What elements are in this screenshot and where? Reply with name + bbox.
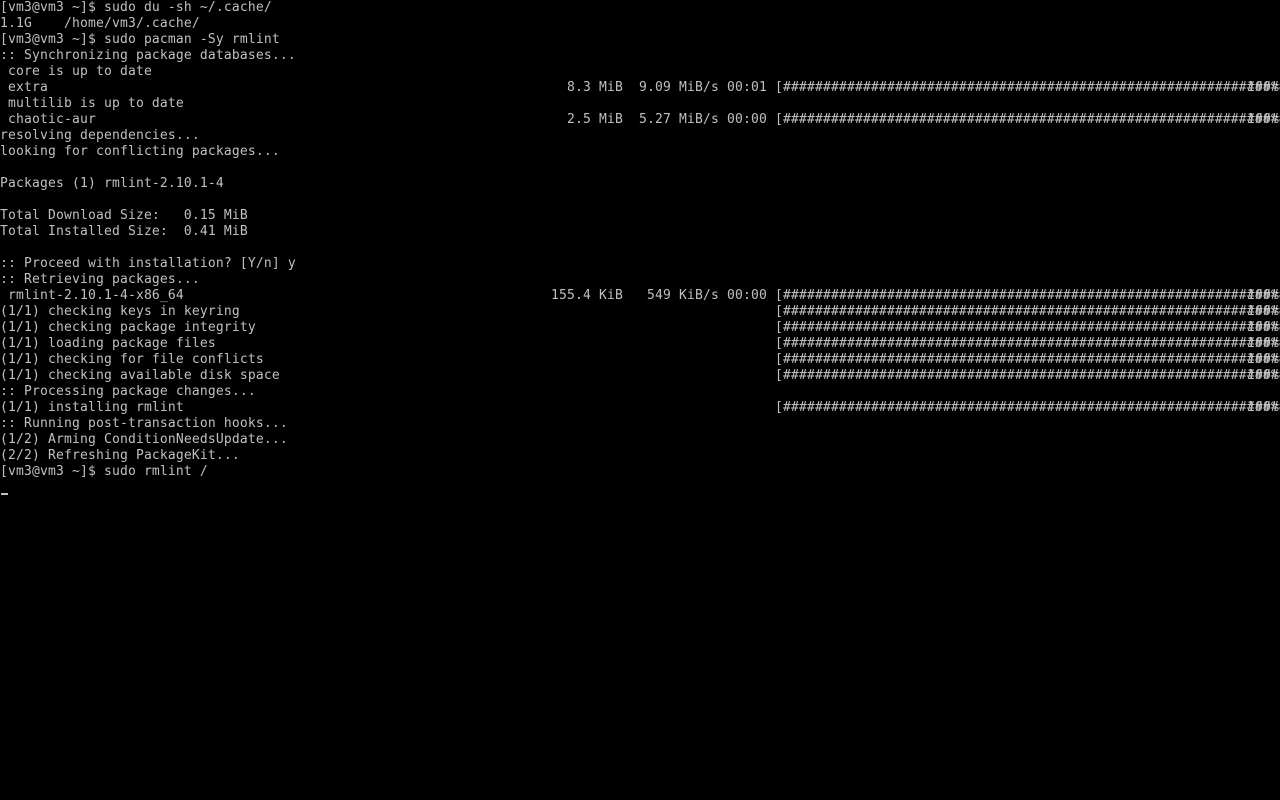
progress-bar: [#######################################… (775, 352, 1280, 367)
progress-bar: [#######################################… (775, 304, 1280, 319)
line-text: 1.1G /home/vm3/.cache/ (0, 16, 200, 31)
line-text: (1/1) checking for file conflicts (0, 352, 264, 367)
line-text: (1/1) checking package integrity (0, 320, 256, 335)
terminal-line: 1.1G /home/vm3/.cache/ (0, 16, 1280, 32)
progress-bar: [#######################################… (775, 400, 1280, 415)
terminal-line: rmlint-2.10.1-4-x86_64 155.4 KiB 549 KiB… (0, 288, 1280, 304)
terminal-line: [vm3@vm3 ~]$ sudo du -sh ~/.cache/ (0, 0, 1280, 16)
line-text: (1/1) installing rmlint (0, 400, 184, 415)
line-text: (1/1) checking available disk space (0, 368, 280, 383)
terminal-line: Packages (1) rmlint-2.10.1-4 (0, 176, 1280, 192)
terminal-line: (1/1) installing rmlint [###############… (0, 400, 1280, 416)
terminal-line: extra 8.3 MiB 9.09 MiB/s 00:01 [########… (0, 80, 1280, 96)
terminal-line: resolving dependencies... (0, 128, 1280, 144)
terminal-line: Total Installed Size: 0.41 MiB (0, 224, 1280, 240)
download-size: 155.4 KiB (551, 288, 623, 303)
elapsed-time: 00:00 (727, 288, 767, 303)
terminal-line: :: Synchronizing package databases... (0, 48, 1280, 64)
terminal-line: (2/2) Refreshing PackageKit... (0, 448, 1280, 464)
progress-percent: 100% (1247, 80, 1279, 95)
terminal-line: :: Running post-transaction hooks... (0, 416, 1280, 432)
terminal-line: looking for conflicting packages... (0, 144, 1280, 160)
terminal-line: (1/2) Arming ConditionNeedsUpdate... (0, 432, 1280, 448)
progress-percent: 100% (1247, 368, 1279, 383)
line-text: Packages (1) rmlint-2.10.1-4 (0, 176, 224, 191)
download-rate: 5.27 MiB/s (639, 112, 719, 127)
progress-bar: [#######################################… (775, 288, 1280, 303)
download-rate: 9.09 MiB/s (639, 80, 719, 95)
terminal-line: Total Download Size: 0.15 MiB (0, 208, 1280, 224)
progress-bar: [#######################################… (775, 80, 1280, 95)
progress-percent: 100% (1247, 112, 1279, 127)
terminal-line: (1/1) loading package files [###########… (0, 336, 1280, 352)
progress-percent: 100% (1247, 288, 1279, 303)
progress-bar: [#######################################… (775, 336, 1280, 351)
line-text: Total Download Size: 0.15 MiB (0, 208, 248, 223)
terminal-line: (1/1) checking available disk space [###… (0, 368, 1280, 384)
line-text: extra (0, 80, 48, 95)
line-text: :: Retrieving packages... (0, 272, 200, 287)
text-cursor (1, 493, 8, 495)
terminal-line: chaotic-aur 2.5 MiB 5.27 MiB/s 00:00 [##… (0, 112, 1280, 128)
line-text: (1/1) checking keys in keyring (0, 304, 240, 319)
elapsed-time: 00:01 (727, 80, 767, 95)
progress-bar: [#######################################… (775, 320, 1280, 335)
line-text: Total Installed Size: 0.41 MiB (0, 224, 248, 239)
elapsed-time: 00:00 (727, 112, 767, 127)
line-text: :: Proceed with installation? [Y/n] y (0, 256, 296, 271)
terminal-line: core is up to date (0, 64, 1280, 80)
download-size: 2.5 MiB (567, 112, 623, 127)
terminal-line: :: Processing package changes... (0, 384, 1280, 400)
progress-percent: 100% (1247, 320, 1279, 335)
line-text: chaotic-aur (0, 112, 96, 127)
terminal-line: [vm3@vm3 ~]$ sudo pacman -Sy rmlint (0, 32, 1280, 48)
terminal-line: (1/1) checking package integrity [######… (0, 320, 1280, 336)
line-text: multilib is up to date (0, 96, 184, 111)
line-text: (1/2) Arming ConditionNeedsUpdate... (0, 432, 288, 447)
progress-percent: 100% (1247, 336, 1279, 351)
line-text: core is up to date (0, 64, 152, 79)
terminal-line: multilib is up to date (0, 96, 1280, 112)
line-text: looking for conflicting packages... (0, 144, 280, 159)
line-text: [vm3@vm3 ~]$ sudo rmlint / (0, 464, 208, 479)
line-text: rmlint-2.10.1-4-x86_64 (0, 288, 184, 303)
line-text: :: Processing package changes... (0, 384, 256, 399)
line-text: (1/1) loading package files (0, 336, 216, 351)
line-text: :: Synchronizing package databases... (0, 48, 296, 63)
line-text: :: Running post-transaction hooks... (0, 416, 288, 431)
download-size: 8.3 MiB (567, 80, 623, 95)
terminal-prompt-line[interactable]: [vm3@vm3 ~]$ sudo rmlint / (0, 464, 1280, 480)
progress-bar: [#######################################… (775, 112, 1280, 127)
progress-percent: 100% (1247, 304, 1279, 319)
terminal-line: :: Retrieving packages... (0, 272, 1280, 288)
progress-percent: 100% (1247, 352, 1279, 367)
line-text: resolving dependencies... (0, 128, 200, 143)
terminal-line: (1/1) checking for file conflicts [#####… (0, 352, 1280, 368)
progress-percent: 100% (1247, 400, 1279, 415)
terminal-line: (1/1) checking keys in keyring [########… (0, 304, 1280, 320)
download-rate: 549 KiB/s (647, 288, 719, 303)
terminal-line: :: Proceed with installation? [Y/n] y (0, 256, 1280, 272)
terminal-screen[interactable]: [vm3@vm3 ~]$ sudo du -sh ~/.cache/ 1.1G … (0, 0, 1280, 800)
line-text: [vm3@vm3 ~]$ sudo pacman -Sy rmlint (0, 32, 280, 47)
progress-bar: [#######################################… (775, 368, 1280, 383)
line-text: [vm3@vm3 ~]$ sudo du -sh ~/.cache/ (0, 0, 272, 15)
line-text: (2/2) Refreshing PackageKit... (0, 448, 240, 463)
